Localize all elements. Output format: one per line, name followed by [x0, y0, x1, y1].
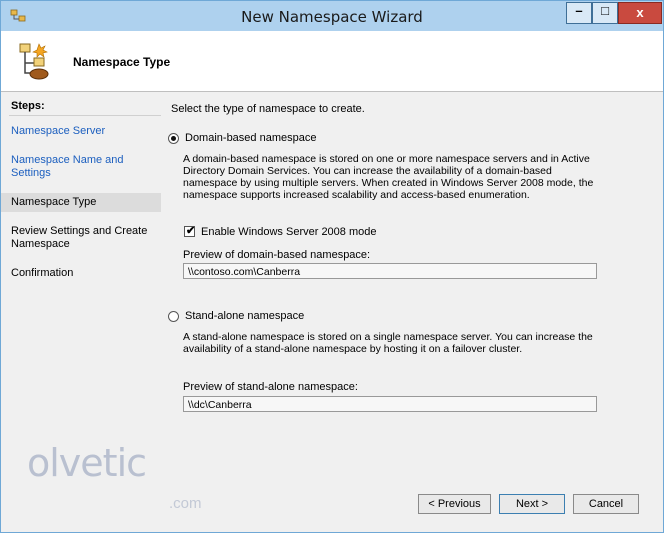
stand-alone-label[interactable]: Stand-alone namespace	[185, 310, 304, 322]
page-title: Namespace Type	[73, 55, 171, 69]
intro-text: Select the type of namespace to create.	[171, 103, 365, 115]
stand-alone-radio[interactable]	[168, 311, 179, 322]
domain-based-label[interactable]: Domain-based namespace	[185, 132, 316, 144]
maximize-button[interactable]: □	[592, 2, 618, 24]
domain-based-description: A domain-based namespace is stored on on…	[183, 153, 594, 201]
enable-2008-mode-checkbox[interactable]: ✔	[184, 225, 196, 237]
stand-alone-description: A stand-alone namespace is stored on a s…	[183, 331, 593, 355]
standalone-preview-field[interactable]: \\dc\Canberra	[183, 396, 597, 412]
watermark-suffix: .com	[169, 495, 202, 512]
namespace-tree-icon	[19, 43, 49, 80]
step-review-settings: Review Settings and Create Namespace	[11, 225, 148, 250]
standalone-preview-label: Preview of stand-alone namespace:	[183, 381, 358, 393]
close-icon: x	[636, 5, 644, 20]
domain-preview-field[interactable]: \\contoso.com\Canberra	[183, 263, 597, 279]
maximize-icon: □	[601, 3, 609, 18]
content-panel: Select the type of namespace to create. …	[161, 93, 655, 498]
step-namespace-name-and-settings[interactable]: Namespace Name and Settings	[9, 151, 159, 183]
enable-2008-mode-label[interactable]: Enable Windows Server 2008 mode	[201, 226, 376, 238]
next-button[interactable]: Next >	[499, 494, 565, 514]
watermark: olvetic	[27, 441, 147, 485]
wizard-header: Namespace Type	[1, 31, 663, 92]
cancel-button[interactable]: Cancel	[573, 494, 639, 514]
wizard-window: New Namespace Wizard – □ x Namespace Typ…	[0, 0, 664, 533]
domain-preview-label: Preview of domain-based namespace:	[183, 249, 371, 261]
steps-panel: Steps: Namespace Server Namespace Name a…	[1, 97, 163, 497]
step-confirmation: Confirmation	[11, 267, 74, 279]
previous-button[interactable]: < Previous	[418, 494, 491, 514]
title-bar[interactable]: New Namespace Wizard – □ x	[1, 1, 663, 31]
window-title: New Namespace Wizard	[241, 8, 423, 26]
step-namespace-server[interactable]: Namespace Server	[9, 122, 159, 141]
minimize-icon: –	[575, 3, 583, 18]
domain-based-radio[interactable]	[168, 133, 179, 144]
minimize-button[interactable]: –	[566, 2, 592, 24]
step-namespace-type: Namespace Type	[1, 193, 163, 212]
checkmark-icon: ✔	[186, 225, 196, 237]
steps-title: Steps:	[9, 97, 161, 116]
close-button[interactable]: x	[618, 2, 662, 24]
